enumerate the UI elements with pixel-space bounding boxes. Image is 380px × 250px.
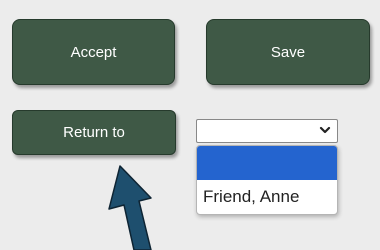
return-to-button[interactable]: Return to: [12, 110, 176, 155]
save-button[interactable]: Save: [206, 19, 370, 85]
select-dropdown-list: Friend, Anne: [196, 145, 338, 215]
dropdown-option-friend-anne[interactable]: Friend, Anne: [197, 180, 337, 214]
accept-button[interactable]: Accept: [12, 19, 175, 85]
return-to-select[interactable]: [196, 119, 338, 143]
dropdown-option-blank[interactable]: [197, 146, 337, 180]
chevron-down-icon: [319, 126, 331, 134]
accept-button-label: Accept: [70, 43, 117, 61]
save-button-label: Save: [270, 43, 306, 61]
return-to-button-label: Return to: [63, 124, 125, 141]
